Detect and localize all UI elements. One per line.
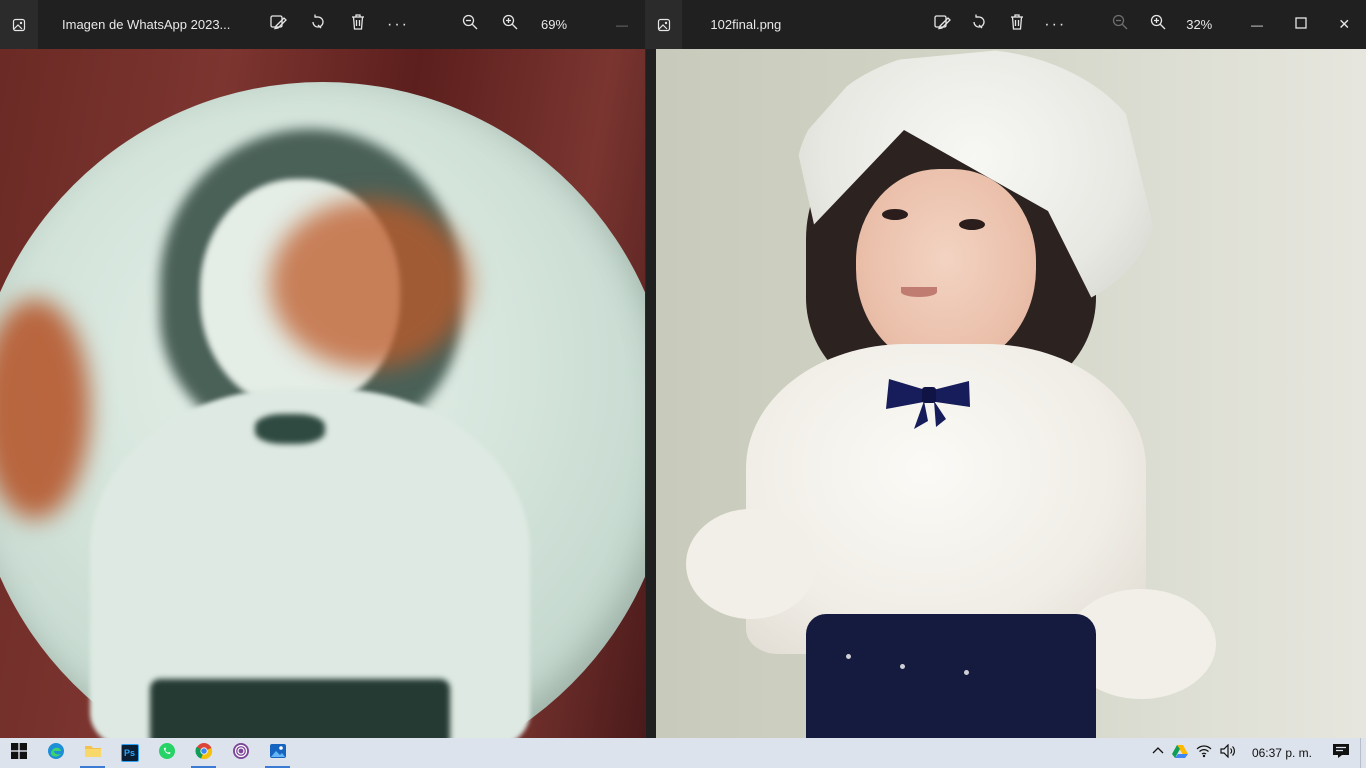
photoshop-icon: Ps xyxy=(120,744,139,762)
wifi-icon xyxy=(1196,744,1212,763)
photo-region xyxy=(884,371,974,436)
google-drive-tray[interactable] xyxy=(1168,738,1192,768)
zoom-level[interactable]: 32% xyxy=(1177,17,1222,32)
photo-region xyxy=(900,664,905,669)
system-clock[interactable]: 06:37 p. m. xyxy=(1242,746,1322,760)
speaker-icon xyxy=(1220,743,1238,763)
rotate-icon xyxy=(970,13,988,36)
minimize-button[interactable]: — xyxy=(602,0,642,49)
edit-image-icon xyxy=(933,13,951,36)
maximize-button[interactable] xyxy=(1279,0,1323,49)
minimize-label: — xyxy=(616,17,628,32)
show-desktop-button[interactable] xyxy=(1360,738,1366,768)
taskbar-edge[interactable] xyxy=(37,738,74,768)
maximize-icon xyxy=(1294,16,1307,34)
chevron-up-icon xyxy=(1152,744,1164,762)
network-tray[interactable] xyxy=(1192,738,1216,768)
close-button[interactable]: ✕ xyxy=(1322,0,1366,49)
photos-app-icon[interactable] xyxy=(0,0,38,49)
zoom-level[interactable]: 69% xyxy=(530,17,578,32)
delete-icon xyxy=(1008,13,1026,36)
photos-app-icon[interactable] xyxy=(646,0,682,49)
photo-stain xyxy=(270,199,470,369)
taskbar-tor-browser[interactable] xyxy=(222,738,259,768)
system-tray: 06:37 p. m. xyxy=(1148,738,1366,768)
taskbar-photoshop[interactable]: Ps xyxy=(111,738,148,768)
taskbar-whatsapp[interactable] xyxy=(148,738,185,768)
whatsapp-icon xyxy=(158,742,176,765)
more-options-button[interactable]: ··· xyxy=(378,0,418,49)
window-title: Imagen de WhatsApp 2023... xyxy=(62,17,231,32)
delete-button[interactable] xyxy=(338,0,378,49)
taskbar: Ps 06:37 p. m. xyxy=(0,738,1366,768)
more-options-button[interactable]: ··· xyxy=(1036,0,1074,49)
photos-window-left: Imagen de WhatsApp 2023... ··· 69% — xyxy=(0,0,645,738)
taskbar-photos[interactable] xyxy=(259,738,296,768)
title-bar: Imagen de WhatsApp 2023... ··· 69% — xyxy=(0,0,645,49)
more-options-label: ··· xyxy=(387,15,409,33)
minimize-button[interactable]: — xyxy=(1235,0,1279,49)
image-canvas[interactable] xyxy=(0,49,645,738)
edit-image-icon xyxy=(269,13,287,36)
zoom-out-button[interactable] xyxy=(450,0,490,49)
photo-region xyxy=(959,219,985,230)
volume-tray[interactable] xyxy=(1216,738,1242,768)
close-icon: ✕ xyxy=(1338,16,1351,32)
show-hidden-icons-button[interactable] xyxy=(1148,738,1168,768)
file-explorer-icon xyxy=(84,743,102,764)
photos-icon xyxy=(269,742,287,765)
zoom-out-button[interactable] xyxy=(1101,0,1139,49)
rotate-button[interactable] xyxy=(961,0,999,49)
photo-region xyxy=(150,679,450,738)
edit-image-button[interactable] xyxy=(258,0,298,49)
windows-start-icon xyxy=(10,742,27,764)
zoom-in-button[interactable] xyxy=(1139,0,1177,49)
rotate-icon xyxy=(309,13,327,36)
google-drive-icon xyxy=(1171,744,1188,763)
photo-region xyxy=(255,414,325,444)
edit-image-button[interactable] xyxy=(923,0,961,49)
photoshop-label: Ps xyxy=(123,748,135,758)
taskbar-file-explorer[interactable] xyxy=(74,738,111,768)
title-bar: 102final.png ··· 32% — ✕ xyxy=(646,0,1366,49)
photos-window-right: 102final.png ··· 32% — ✕ xyxy=(645,0,1366,738)
rotate-button[interactable] xyxy=(298,0,338,49)
tor-browser-icon xyxy=(232,742,250,765)
start-button[interactable] xyxy=(0,738,37,768)
taskbar-chrome[interactable] xyxy=(185,738,222,768)
zoom-out-icon xyxy=(461,13,479,36)
chrome-icon xyxy=(194,742,213,765)
photo-region xyxy=(964,670,969,675)
zoom-in-icon xyxy=(1149,13,1167,36)
notification-icon xyxy=(1332,743,1350,764)
window-title: 102final.png xyxy=(710,17,782,32)
zoom-in-icon xyxy=(501,13,519,36)
zoom-in-button[interactable] xyxy=(490,0,530,49)
minimize-label: — xyxy=(1251,17,1264,32)
image-canvas[interactable] xyxy=(656,49,1366,738)
photo-region xyxy=(846,654,851,659)
zoom-out-icon xyxy=(1111,13,1129,36)
edge-icon xyxy=(47,742,65,765)
more-options-label: ··· xyxy=(1044,15,1067,33)
photo-region xyxy=(882,209,908,220)
notifications-button[interactable] xyxy=(1322,738,1360,768)
photo-region xyxy=(856,169,1036,369)
delete-icon xyxy=(349,13,367,36)
photo-region xyxy=(806,614,1096,738)
photo-region xyxy=(901,287,937,297)
photo-region xyxy=(686,509,816,619)
delete-button[interactable] xyxy=(998,0,1036,49)
